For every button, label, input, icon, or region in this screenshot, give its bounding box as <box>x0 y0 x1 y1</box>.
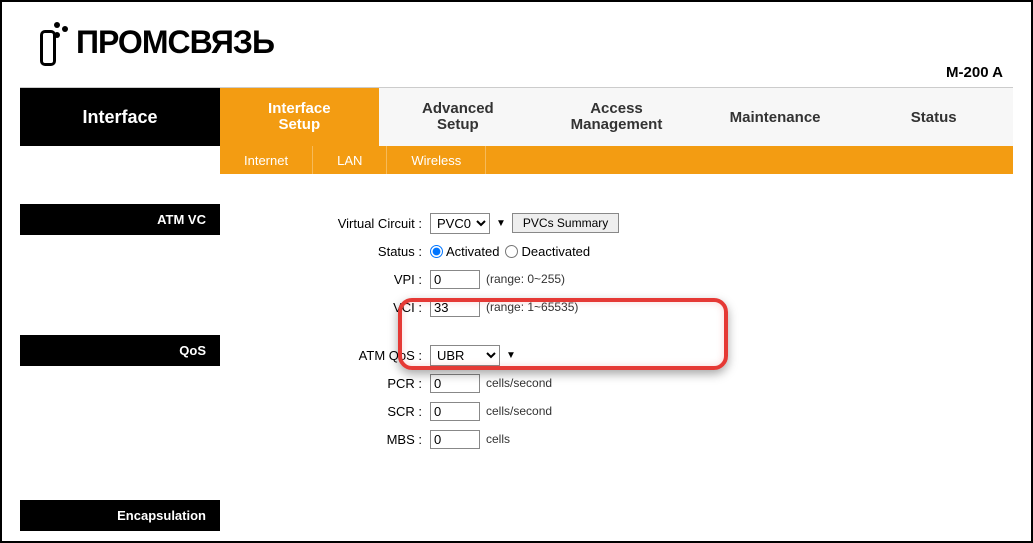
subtab-wireless[interactable]: Wireless <box>387 146 486 174</box>
brand-icon <box>40 22 70 62</box>
scr-input[interactable] <box>430 402 480 421</box>
vci-label: VCI : <box>260 300 430 315</box>
mbs-unit: cells <box>486 432 510 446</box>
sub-tabs: Internet LAN Wireless <box>220 146 1013 174</box>
vc-select[interactable]: PVC0 <box>430 213 490 234</box>
side-section-atm-vc: ATM VC <box>20 204 220 235</box>
vpi-input[interactable] <box>430 270 480 289</box>
vpi-label: VPI : <box>260 272 430 287</box>
vpi-hint: (range: 0~255) <box>486 272 565 286</box>
pcr-label: PCR : <box>260 376 430 391</box>
status-label: Status : <box>260 244 430 259</box>
tab-status[interactable]: Status <box>854 88 1013 146</box>
status-activated-radio[interactable]: Activated <box>430 244 499 259</box>
app-frame: ПРОМСВЯЗЬ M-200 A Interface Interface Se… <box>0 0 1033 543</box>
tab-interface-setup[interactable]: Interface Setup <box>220 88 379 146</box>
brand-text: ПРОМСВЯЗЬ <box>76 24 274 61</box>
vci-hint: (range: 1~65535) <box>486 300 578 314</box>
mbs-label: MBS : <box>260 432 430 447</box>
chevron-down-icon: ▼ <box>506 350 516 361</box>
vci-input[interactable] <box>430 298 480 317</box>
atmqos-label: ATM QoS : <box>260 348 430 363</box>
header: ПРОМСВЯЗЬ M-200 A <box>20 20 1013 88</box>
subtab-lan[interactable]: LAN <box>313 146 387 174</box>
vc-label: Virtual Circuit : <box>260 216 430 231</box>
side-section-encapsulation: Encapsulation <box>20 500 220 531</box>
sub-spacer <box>20 146 220 174</box>
page-title: Interface <box>20 88 220 146</box>
pcr-input[interactable] <box>430 374 480 393</box>
tab-access-management[interactable]: Access Management <box>537 88 696 146</box>
side-section-qos: QoS <box>20 335 220 366</box>
tab-maintenance[interactable]: Maintenance <box>696 88 855 146</box>
scr-unit: cells/second <box>486 404 552 418</box>
brand-logo: ПРОМСВЯЗЬ <box>40 22 274 62</box>
sub-nav-row: Internet LAN Wireless <box>20 146 1013 174</box>
model-label: M-200 A <box>946 64 1003 81</box>
form-area: Virtual Circuit : PVC0 ▼ PVCs Summary St… <box>220 204 1013 531</box>
scr-label: SCR : <box>260 404 430 419</box>
atmqos-select[interactable]: UBR <box>430 345 500 366</box>
tab-advanced-setup[interactable]: Advanced Setup <box>379 88 538 146</box>
mbs-input[interactable] <box>430 430 480 449</box>
content: ATM VC QoS Encapsulation Virtual Circuit… <box>20 204 1013 531</box>
main-tabs: Interface Setup Advanced Setup Access Ma… <box>220 88 1013 146</box>
chevron-down-icon: ▼ <box>496 218 506 229</box>
pvcs-summary-button[interactable]: PVCs Summary <box>512 213 619 233</box>
side-column: ATM VC QoS Encapsulation <box>20 204 220 531</box>
status-deactivated-radio[interactable]: Deactivated <box>505 244 590 259</box>
subtab-internet[interactable]: Internet <box>220 146 313 174</box>
pcr-unit: cells/second <box>486 376 552 390</box>
main-nav-row: Interface Interface Setup Advanced Setup… <box>20 88 1013 146</box>
